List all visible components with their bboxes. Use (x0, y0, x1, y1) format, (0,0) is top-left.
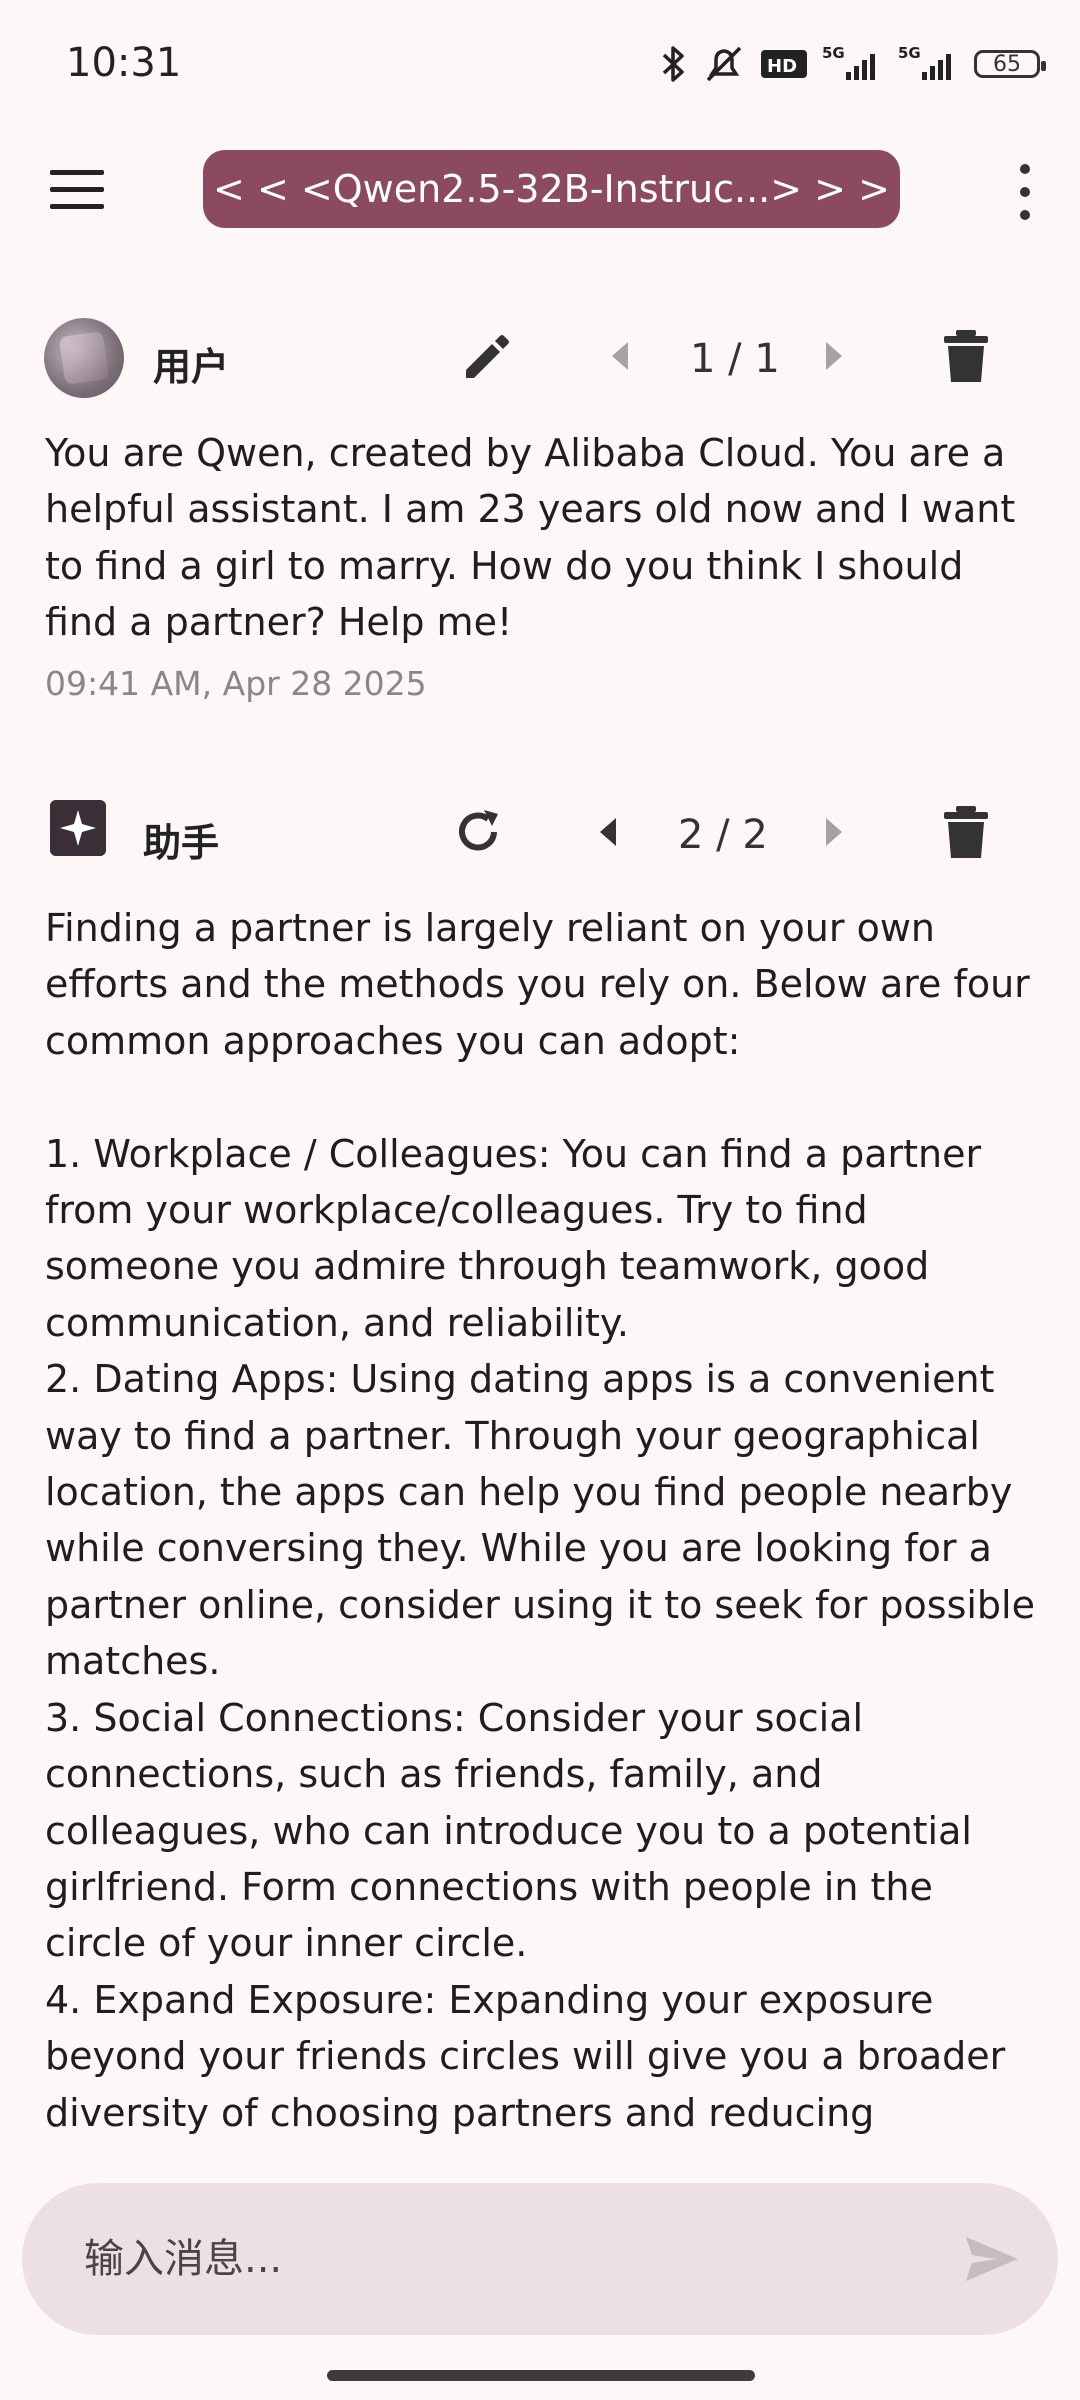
svg-text:5G: 5G (822, 44, 845, 62)
assistant-message-header: 助手 2 / 2 (0, 790, 1080, 880)
app-bar: < < <Qwen2.5-32B-Instruc...> > > (0, 140, 1080, 236)
menu-icon (50, 170, 104, 175)
version-pager: 1 / 1 (690, 336, 780, 382)
status-time: 10:31 (66, 40, 182, 86)
prev-version-button[interactable] (612, 342, 628, 370)
user-message-header: 用户 1 / 1 (0, 314, 1080, 404)
more-vert-dot (1020, 187, 1030, 197)
assistant-message-text: Finding a partner is largely reliant on … (45, 906, 1035, 2135)
hd-icon: HD (761, 50, 807, 78)
home-indicator[interactable] (327, 2370, 755, 2381)
next-version-button[interactable] (826, 818, 842, 846)
prev-version-button[interactable] (600, 818, 616, 846)
menu-icon-line (50, 187, 104, 192)
next-version-button[interactable] (826, 342, 842, 370)
signal-5g-icon: 5G (822, 44, 875, 80)
edit-icon[interactable] (458, 326, 518, 386)
delete-icon[interactable] (940, 802, 992, 862)
bluetooth-icon (662, 46, 684, 82)
version-pager: 2 / 2 (678, 812, 768, 858)
status-icons: HD 5G 5G 65 (658, 44, 1046, 84)
message-input[interactable] (82, 2223, 906, 2295)
menu-icon-line (50, 204, 104, 209)
battery-indicator: 65 (974, 50, 1046, 78)
user-role-label: 用户 (153, 345, 230, 389)
composer-area (0, 2155, 1080, 2400)
message-timestamp: 09:41 AM, Apr 28 2025 (45, 664, 427, 703)
send-icon[interactable] (962, 2231, 1022, 2287)
user-message-text: You are Qwen, created by Alibaba Cloud. … (45, 431, 1028, 645)
user-avatar (44, 318, 124, 398)
mute-icon (706, 46, 742, 82)
status-bar: 10:31 HD 5G 5G 65 (0, 0, 1080, 130)
delete-icon[interactable] (940, 326, 992, 386)
assistant-role-label: 助手 (143, 821, 220, 865)
svg-text:HD: HD (767, 56, 797, 77)
menu-button[interactable] (50, 170, 104, 210)
more-vert-icon (1020, 164, 1030, 174)
regenerate-icon[interactable] (448, 802, 508, 862)
assistant-icon (50, 800, 106, 856)
more-vert-dot (1020, 210, 1030, 220)
svg-text:5G: 5G (898, 44, 921, 62)
model-selector[interactable]: < < <Qwen2.5-32B-Instruc...> > > (203, 150, 900, 228)
signal-5g-icon-2: 5G (898, 44, 951, 80)
more-options-button[interactable] (1010, 164, 1040, 220)
message-input-container (22, 2183, 1058, 2335)
battery-level: 65 (993, 51, 1021, 77)
